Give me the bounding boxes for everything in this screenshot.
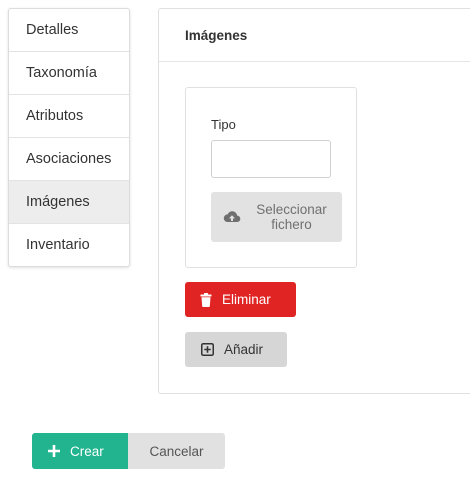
tab-taxonomia[interactable]: Taxonomía [9, 52, 129, 95]
trash-icon [200, 292, 212, 307]
type-input[interactable] [211, 140, 331, 178]
select-file-label: Seleccionar fichero [256, 202, 327, 232]
tab-label: Asociaciones [26, 151, 112, 167]
panel-title: Imágenes [159, 9, 470, 62]
tab-asociaciones[interactable]: Asociaciones [9, 138, 129, 181]
cloud-upload-icon [223, 210, 241, 224]
cancel-label: Cancelar [149, 443, 204, 459]
create-label: Crear [70, 443, 104, 459]
tab-menu: Detalles Taxonomía Atributos Asociacione… [8, 8, 130, 267]
plus-icon [48, 445, 60, 457]
delete-label: Eliminar [222, 292, 271, 307]
tab-detalles[interactable]: Detalles [9, 9, 129, 52]
tab-label: Taxonomía [26, 65, 97, 81]
type-label: Tipo [211, 117, 236, 132]
tab-label: Inventario [26, 237, 90, 253]
product-form-page: Detalles Taxonomía Atributos Asociacione… [0, 0, 470, 485]
plus-square-icon [201, 343, 214, 356]
select-file-button[interactable]: Seleccionar fichero [211, 192, 342, 242]
tab-atributos[interactable]: Atributos [9, 95, 129, 138]
add-button[interactable]: Añadir [185, 332, 287, 367]
tab-inventario[interactable]: Inventario [9, 224, 129, 266]
tab-label: Imágenes [26, 194, 90, 210]
cancel-button[interactable]: Cancelar [128, 433, 225, 469]
delete-button[interactable]: Eliminar [185, 282, 296, 317]
tab-imagenes[interactable]: Imágenes [9, 181, 129, 224]
create-button[interactable]: Crear [32, 433, 128, 469]
add-label: Añadir [224, 342, 264, 357]
image-card: Tipo Seleccionar fichero [185, 87, 357, 268]
images-panel: Imágenes Tipo Seleccionar fichero Elimin… [158, 8, 470, 394]
tab-label: Atributos [26, 108, 84, 124]
tab-label: Detalles [26, 22, 79, 38]
